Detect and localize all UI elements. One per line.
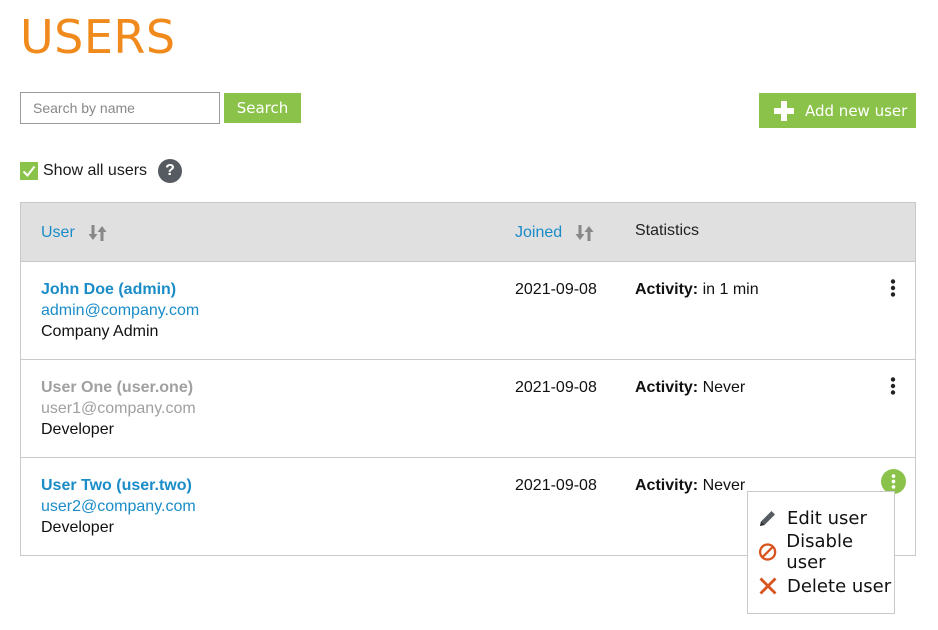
column-header-joined-label[interactable]: Joined [515,224,562,242]
table-header: User Joined Statistics [21,203,915,262]
edit-user-menu-item[interactable]: Edit user [748,501,894,535]
user-name-link[interactable]: User One (user.one) [41,379,193,397]
activity-value: Never [702,477,746,494]
user-name-link[interactable]: John Doe (admin) [41,281,176,299]
disable-user-label: Disable user [786,531,854,573]
help-icon[interactable]: ? [158,159,183,183]
disable-user-menu-item[interactable]: Disable user [748,531,894,573]
column-header-joined[interactable]: Joined [515,224,596,242]
user-email-link[interactable]: user2@company.com [41,498,196,516]
x-icon [759,577,777,595]
add-new-user-label: Add new user [805,101,908,120]
pencil-icon [760,511,775,526]
search-button[interactable]: Search [224,93,301,123]
add-new-user-button[interactable]: Add new user [759,93,916,128]
user-email-link[interactable]: admin@company.com [41,302,199,320]
sort-icon[interactable] [87,224,109,242]
activity-stat: Activity: in 1 min [635,281,759,299]
delete-user-label: Delete user [787,575,892,597]
kebab-menu-icon [890,279,896,297]
user-role: Company Admin [41,323,159,340]
activity-stat: Activity: Never [635,477,745,495]
column-header-statistics: Statistics [635,222,700,239]
user-role: Developer [41,421,114,438]
joined-date: 2021-09-08 [515,379,597,396]
table-row: John Doe (admin) admin@company.com Compa… [21,262,915,360]
user-email-link[interactable]: user1@company.com [41,400,196,418]
sort-icon[interactable] [574,224,596,242]
activity-label: Activity: [635,379,699,396]
show-all-users-label[interactable]: Show all users [43,162,147,180]
activity-value: Never [702,379,746,396]
joined-date: 2021-09-08 [515,477,597,494]
kebab-menu-icon [891,474,896,489]
edit-user-label: Edit user [787,507,867,529]
prohibited-icon [758,543,777,561]
checkmark-icon [22,165,36,178]
table-row: User One (user.one) user1@company.com De… [21,360,915,458]
user-name-link[interactable]: User Two (user.two) [41,477,192,495]
activity-label: Activity: [635,281,699,298]
plus-icon [774,100,794,121]
page-title: USERS [20,10,176,64]
activity-value: in 1 min [702,281,759,298]
row-actions-button[interactable] [883,374,903,398]
show-all-users-checkbox[interactable] [20,162,38,180]
activity-stat: Activity: Never [635,379,745,397]
column-header-user-label[interactable]: User [41,224,75,242]
row-actions-button[interactable] [883,276,903,300]
search-input[interactable] [20,92,220,124]
column-header-user[interactable]: User [41,224,109,242]
kebab-menu-icon [890,377,896,395]
delete-user-menu-item[interactable]: Delete user [748,569,894,603]
show-all-users-filter: Show all users ? [20,159,183,183]
user-role: Developer [41,519,114,536]
joined-date: 2021-09-08 [515,281,597,298]
activity-label: Activity: [635,477,699,494]
row-actions-menu: Edit user Disable user Delete user [747,491,895,614]
